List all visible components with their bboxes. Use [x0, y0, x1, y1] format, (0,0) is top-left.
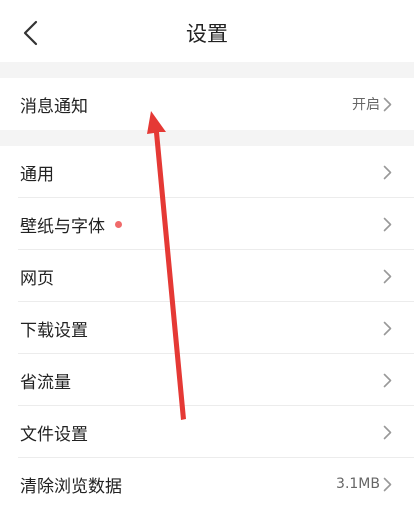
setting-row-label: 清除浏览数据 [20, 476, 122, 497]
chevron-right-icon [383, 97, 392, 112]
setting-row-notifications[interactable]: 消息通知 开启 [0, 78, 414, 130]
chevron-right-icon [383, 321, 392, 336]
setting-row-label: 省流量 [20, 372, 71, 393]
setting-row-clear-data[interactable]: 清除浏览数据 3.1MB [0, 458, 414, 505]
chevron-right-icon [383, 217, 392, 232]
chevron-right-icon [383, 165, 392, 180]
setting-row-label: 文件设置 [20, 424, 88, 445]
setting-row-general[interactable]: 通用 [0, 146, 414, 198]
chevron-right-icon [383, 425, 392, 440]
section-gap [0, 62, 414, 78]
section-gap [0, 130, 414, 146]
setting-row-label: 网页 [20, 268, 54, 289]
header-bar: 设置 [0, 0, 414, 62]
setting-row-value: 开启 [352, 97, 380, 113]
setting-row-webpage[interactable]: 网页 [0, 250, 414, 302]
setting-row-data-saver[interactable]: 省流量 [0, 354, 414, 406]
chevron-right-icon [383, 477, 392, 492]
setting-row-label: 下载设置 [20, 320, 88, 341]
setting-row-label: 通用 [20, 164, 54, 185]
chevron-right-icon [383, 373, 392, 388]
setting-row-value: 3.1MB [336, 476, 380, 492]
setting-row-download[interactable]: 下载设置 [0, 302, 414, 354]
setting-row-file[interactable]: 文件设置 [0, 406, 414, 458]
setting-row-label: 壁纸与字体 [20, 216, 105, 237]
setting-row-label: 消息通知 [20, 96, 88, 117]
setting-row-wallpaper-font[interactable]: 壁纸与字体 [0, 198, 414, 250]
new-badge-dot [115, 221, 122, 228]
chevron-right-icon [383, 269, 392, 284]
page-title: 设置 [186, 22, 228, 46]
